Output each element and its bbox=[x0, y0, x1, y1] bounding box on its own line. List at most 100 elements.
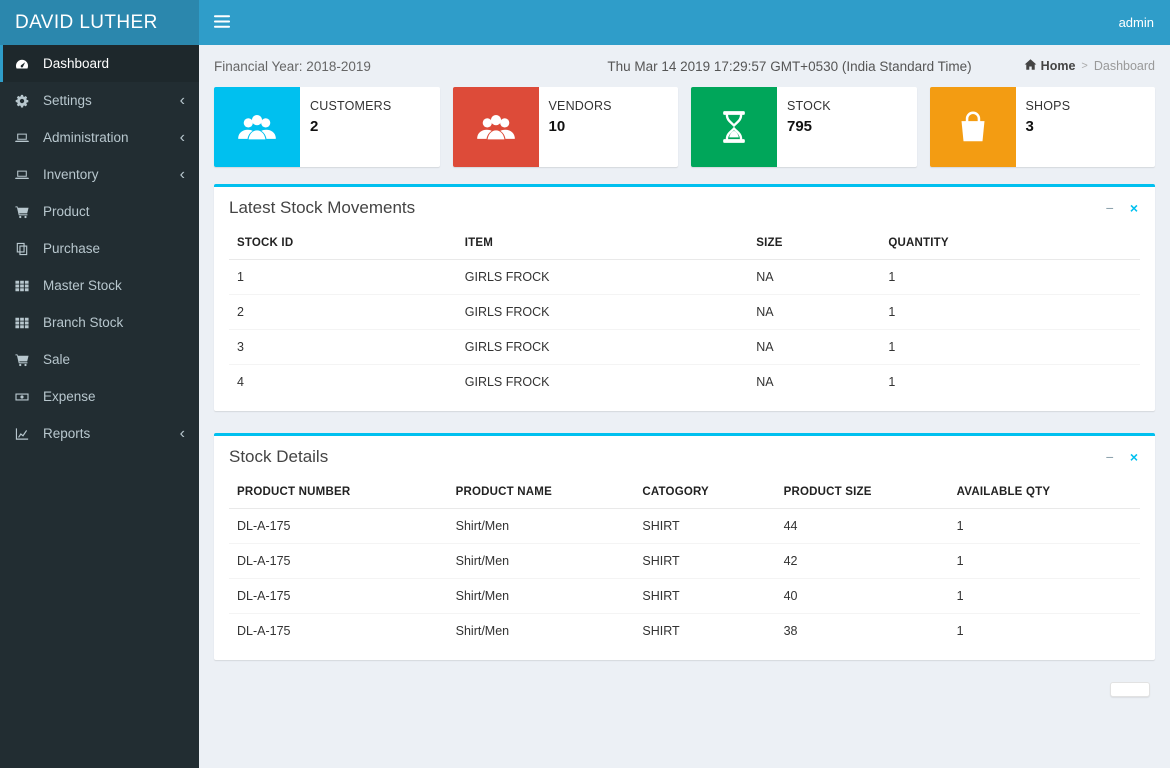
sidebar-item-branch-stock[interactable]: Branch Stock bbox=[0, 304, 199, 341]
column-header: PRODUCT SIZE bbox=[775, 476, 949, 509]
table-cell: 1 bbox=[956, 624, 964, 638]
infobox-vendors: VENDORS 10 bbox=[452, 87, 678, 167]
user-menu[interactable]: admin bbox=[1103, 0, 1170, 45]
infobox-content: SHOPS 3 bbox=[1016, 87, 1081, 167]
panel-body: STOCK ID ITEM SIZE QUANTITY 1 GIRLS FROCK NA 1… bbox=[214, 225, 1155, 411]
table-row: 1 GIRLS FROCK NA 1 bbox=[229, 259, 1140, 295]
scrollbar-thumb[interactable] bbox=[1110, 682, 1150, 697]
table-cell: 42 bbox=[775, 543, 949, 579]
table-row: 4 GIRLS FROCK NA 1 bbox=[229, 365, 1140, 400]
sidebar-item-label: Reports bbox=[43, 426, 91, 441]
financial-year-label: Financial Year: 2018-2019 bbox=[214, 58, 371, 74]
content-header: Financial Year: 2018-2019 Thu Mar 14 201… bbox=[199, 45, 1170, 83]
sidebar-menu: Dashboard Settings ‹ Administration ‹ Invento… bbox=[0, 45, 199, 452]
table-cell: DL-A-175 bbox=[229, 543, 448, 579]
panel-title: Latest Stock Movements bbox=[229, 198, 416, 217]
copy-icon bbox=[15, 242, 38, 256]
sidebar-item-reports[interactable]: Reports ‹ bbox=[0, 415, 199, 452]
panel-header: Latest Stock Movements − × bbox=[214, 187, 1155, 225]
table-cell: SHIRT bbox=[634, 543, 776, 579]
infobox-value: 3 bbox=[1025, 118, 1034, 135]
table-row: DL-A-175 Shirt/Men SHIRT 38 1 bbox=[229, 614, 1140, 649]
sidebar-item-expense[interactable]: Expense bbox=[0, 378, 199, 415]
table-row: DL-A-175 Shirt/Men SHIRT 40 1 bbox=[229, 578, 1140, 614]
table-cell: Shirt/Men bbox=[447, 543, 635, 579]
chevron-left-icon: ‹ bbox=[179, 165, 185, 183]
column-header: SIZE bbox=[748, 227, 881, 260]
breadcrumb-home-link[interactable]: Home bbox=[1024, 58, 1076, 74]
sidebar-item-dashboard[interactable]: Dashboard bbox=[0, 45, 199, 82]
breadcrumb-separator: > bbox=[1081, 60, 1088, 72]
sidebar-item-product[interactable]: Product bbox=[0, 193, 199, 230]
sidebar-item-label: Branch Stock bbox=[43, 315, 124, 330]
sidebar-item-purchase[interactable]: Purchase bbox=[0, 230, 199, 267]
datetime-label: Thu Mar 14 2019 17:29:57 GMT+0530 (India… bbox=[607, 58, 972, 74]
grid-icon bbox=[15, 316, 38, 330]
close-icon[interactable]: × bbox=[1128, 201, 1140, 215]
panel-title: Stock Details bbox=[229, 447, 329, 466]
sidebar-item-sale[interactable]: Sale bbox=[0, 341, 199, 378]
sidebar: Dashboard Settings ‹ Administration ‹ Invento… bbox=[0, 45, 199, 768]
infobox-value: 795 bbox=[787, 118, 813, 135]
sidebar-item-inventory[interactable]: Inventory ‹ bbox=[0, 156, 199, 193]
sidebar-item-administration[interactable]: Administration ‹ bbox=[0, 119, 199, 156]
table-cell: SHIRT bbox=[642, 624, 680, 638]
panel-tools: − × bbox=[1104, 201, 1140, 215]
panel-header: Stock Details − × bbox=[214, 436, 1155, 474]
brand-logo[interactable]: DAVID LUTHER bbox=[0, 0, 199, 45]
infobox-content: STOCK 795 bbox=[777, 87, 841, 167]
stock-details-table: PRODUCT NUMBER PRODUCT NAME CATOGORY PRODUC… bbox=[229, 476, 1140, 648]
table-cell: SHIRT bbox=[634, 578, 776, 614]
chevron-left-icon: ‹ bbox=[179, 91, 185, 109]
sidebar-item-master-stock[interactable]: Master Stock bbox=[0, 267, 199, 304]
breadcrumb-home-label: Home bbox=[1040, 59, 1076, 73]
sidebar-item-label: Settings bbox=[43, 93, 92, 108]
infobox-label: SHOPS bbox=[1025, 99, 1071, 113]
infobox-label: STOCK bbox=[787, 99, 831, 113]
column-header: STOCK ID bbox=[229, 227, 457, 260]
table-cell: 40 bbox=[775, 578, 949, 614]
top-nav: admin bbox=[199, 0, 1170, 45]
gear-icon bbox=[15, 94, 38, 108]
breadcrumb-current: Dashboard bbox=[1093, 59, 1155, 73]
table-cell: 2 bbox=[229, 294, 457, 330]
laptop-icon bbox=[15, 131, 38, 145]
sidebar-item-settings[interactable]: Settings ‹ bbox=[0, 82, 199, 119]
table-cell: DL-A-175 bbox=[237, 624, 291, 638]
minimize-icon[interactable]: − bbox=[1104, 201, 1116, 215]
top-bar: DAVID LUTHER admin bbox=[0, 0, 1170, 45]
home-icon bbox=[1024, 58, 1037, 74]
table-cell: GIRLS FROCK bbox=[456, 259, 749, 295]
users-icon bbox=[452, 87, 539, 167]
table-cell: 1 bbox=[880, 294, 1140, 330]
minimize-icon[interactable]: − bbox=[1104, 450, 1116, 464]
sidebar-item-label: Sale bbox=[43, 352, 71, 367]
table-row: DL-A-175 Shirt/Men SHIRT 42 1 bbox=[229, 543, 1140, 579]
table-cell: GIRLS FROCK bbox=[456, 294, 749, 330]
table-cell: DL-A-175 bbox=[229, 508, 448, 544]
table-cell: GIRLS FROCK bbox=[456, 329, 749, 365]
sidebar-toggle-button[interactable] bbox=[199, 0, 245, 45]
chart-icon bbox=[15, 427, 38, 441]
table-cell: NA bbox=[748, 294, 881, 330]
panel-stock-details: Stock Details − × PRODUCT NUMBER PRODUCT … bbox=[214, 433, 1155, 660]
table-cell: 1 bbox=[948, 508, 1140, 544]
table-cell: NA bbox=[748, 329, 881, 365]
column-header: PRODUCT NUMBER bbox=[229, 476, 448, 509]
cart-icon bbox=[15, 205, 38, 219]
table-cell: 44 bbox=[775, 508, 949, 544]
table-cell: NA bbox=[748, 259, 881, 295]
table-header-row: PRODUCT NUMBER PRODUCT NAME CATOGORY PRODUC… bbox=[229, 476, 1140, 509]
panel-body: PRODUCT NUMBER PRODUCT NAME CATOGORY PRODUC… bbox=[214, 474, 1155, 660]
infobox-content: CUSTOMERS 2 bbox=[300, 87, 401, 167]
table-cell: 1 bbox=[880, 259, 1140, 295]
table-cell: 38 bbox=[783, 624, 798, 638]
sidebar-item-label: Product bbox=[43, 204, 90, 219]
table-cell: 1 bbox=[948, 578, 1140, 614]
table-cell: Shirt/Men bbox=[455, 624, 510, 638]
hourglass-icon bbox=[691, 87, 777, 167]
table-row: 3 GIRLS FROCK NA 1 bbox=[229, 329, 1140, 365]
table-cell: DL-A-175 bbox=[229, 578, 448, 614]
table-header-row: STOCK ID ITEM SIZE QUANTITY bbox=[229, 227, 1140, 260]
close-icon[interactable]: × bbox=[1128, 450, 1140, 464]
